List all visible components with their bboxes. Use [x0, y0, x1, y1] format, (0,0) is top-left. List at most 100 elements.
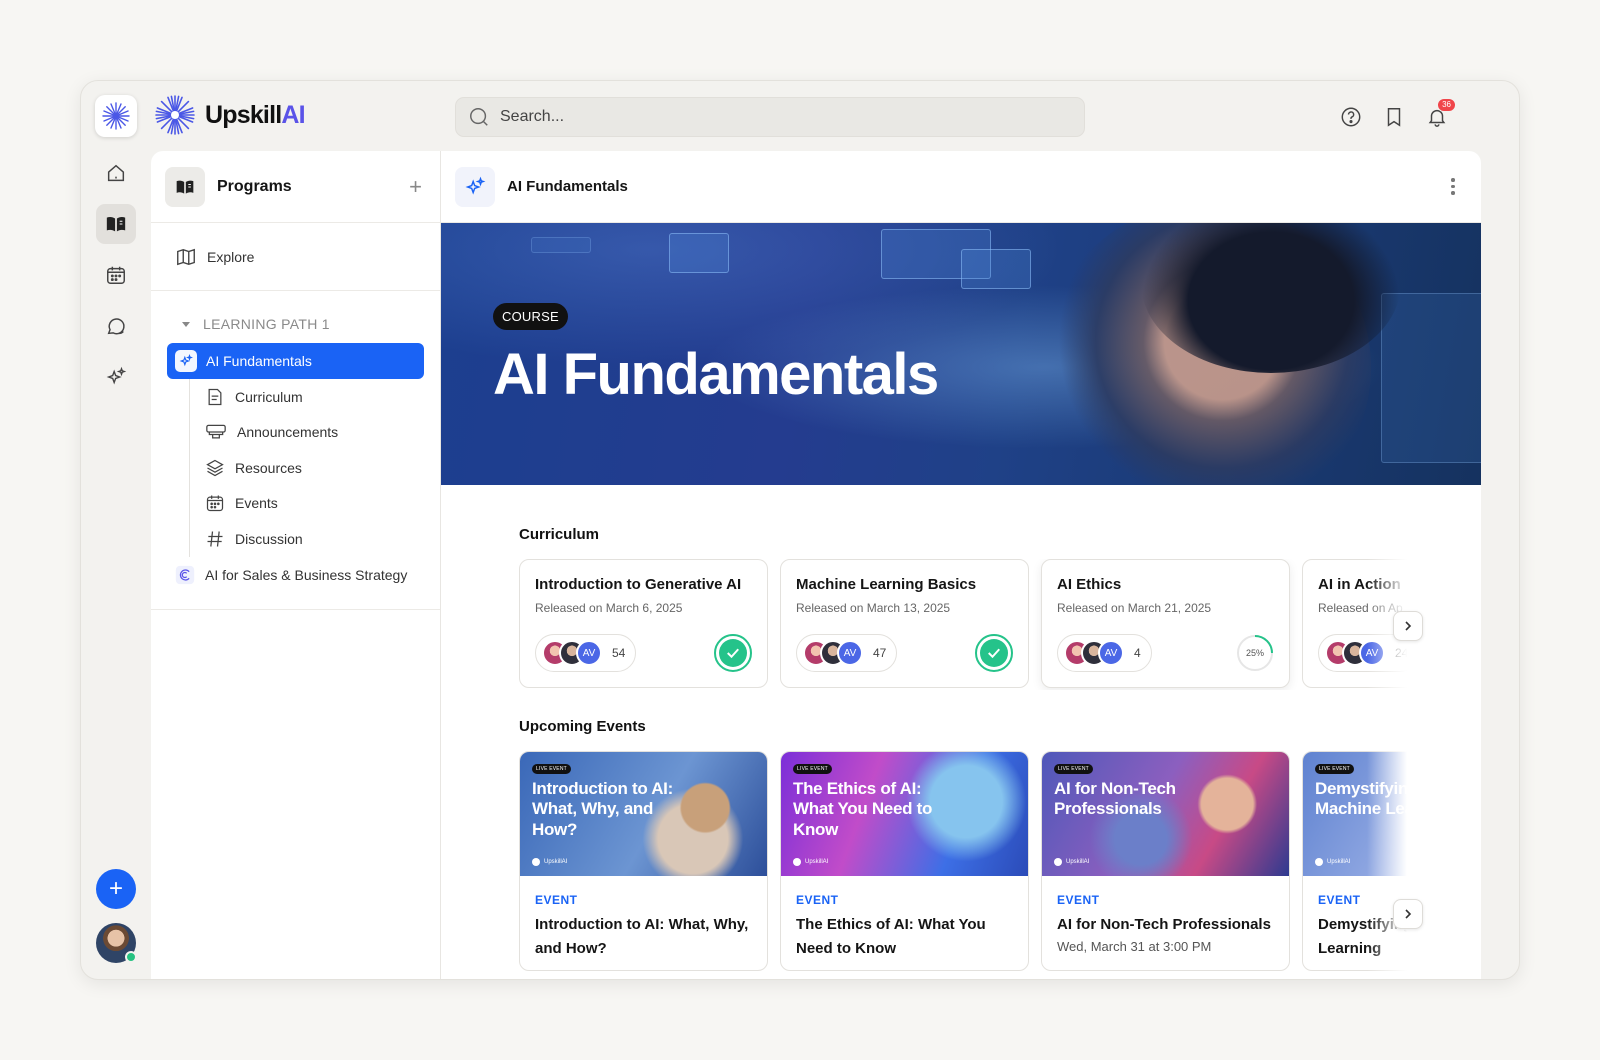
programs-book-icon — [165, 166, 205, 207]
burst-logo-icon — [102, 102, 130, 130]
check-icon — [988, 648, 1000, 659]
learning-path-label: LEARNING PATH 1 — [203, 316, 330, 332]
book-open-icon — [106, 216, 126, 232]
nav-item-ai-sales[interactable]: AI for Sales & Business Strategy — [151, 557, 440, 593]
course-type-pill: COURSE — [493, 303, 568, 330]
layers-icon — [206, 459, 224, 476]
event-card[interactable]: LIVE EVENT AI for Non-Tech Professionals… — [1041, 751, 1290, 971]
home-icon — [107, 164, 125, 182]
avatar: AV — [837, 640, 863, 666]
subnav-curriculum[interactable]: Curriculum — [189, 379, 440, 415]
chevron-right-icon — [1405, 909, 1412, 919]
course-main: AI Fundamentals COURSE AI Fundamentals C… — [441, 151, 1481, 979]
live-badge: LIVE EVENT — [1315, 764, 1354, 774]
chevron-right-icon — [1405, 621, 1412, 631]
thumbnail-brand: UpskillAI — [793, 858, 828, 866]
user-avatar[interactable] — [96, 923, 137, 963]
course-hero-banner: COURSE AI Fundamentals — [441, 223, 1481, 485]
card-date: Released on March 6, 2025 — [535, 601, 683, 615]
rail-chat-button[interactable] — [96, 306, 136, 346]
app-logo[interactable] — [95, 95, 137, 137]
card-date: Released on March 13, 2025 — [796, 601, 951, 615]
sparkles-icon — [106, 366, 127, 385]
participant-count: 47 — [873, 646, 887, 660]
participants: AV 47 — [796, 634, 898, 672]
event-kind: EVENT — [535, 893, 578, 907]
document-icon — [208, 388, 222, 405]
bookmarks-button[interactable] — [1380, 103, 1408, 131]
events-section-title: Upcoming Events — [519, 718, 646, 735]
events-carousel: LIVE EVENT Introduction to AI: What, Why… — [519, 751, 1407, 979]
participant-count: 54 — [612, 646, 626, 660]
subnav-discussion[interactable]: Discussion — [189, 521, 440, 557]
rail-home-button[interactable] — [96, 153, 136, 193]
rail-programs-button[interactable] — [96, 204, 136, 244]
add-program-button[interactable]: + — [409, 175, 422, 198]
curriculum-card[interactable]: Machine Learning Basics Released on Marc… — [780, 559, 1029, 688]
hashtag-icon — [207, 531, 223, 547]
subnav-label: Curriculum — [235, 388, 303, 405]
explore-label: Explore — [207, 248, 255, 265]
learning-path-toggle[interactable]: LEARNING PATH 1 — [151, 307, 440, 341]
programs-title: Programs — [217, 177, 292, 195]
event-title: The Ethics of AI: What You Need to Know — [796, 916, 986, 957]
participants: AV 54 — [535, 634, 637, 672]
subnav-label: Discussion — [235, 530, 303, 547]
thumbnail-brand: UpskillAI — [532, 858, 567, 866]
programs-header: Programs + — [151, 151, 440, 223]
card-title: AI Ethics — [1057, 576, 1122, 593]
thumbnail-caption: Introduction to AI: What, Why, and How? — [532, 779, 673, 839]
search-input[interactable] — [500, 108, 1060, 126]
curriculum-card[interactable]: Introduction to Generative AI Released o… — [519, 559, 768, 688]
search-bar[interactable] — [455, 97, 1085, 137]
participants: AV 4 — [1057, 634, 1152, 672]
completed-status — [975, 634, 1013, 672]
help-button[interactable] — [1337, 103, 1365, 131]
nav-item-ai-fundamentals[interactable]: AI Fundamentals — [167, 343, 424, 379]
brand-burst-icon — [155, 95, 195, 135]
curriculum-card[interactable]: AI Ethics Released on March 21, 2025 AV 4… — [1041, 559, 1290, 688]
event-thumbnail: LIVE EVENT The Ethics of AI: What You Ne… — [781, 752, 1028, 876]
explore-link[interactable]: Explore — [151, 223, 440, 291]
curriculum-section-title: Curriculum — [519, 526, 600, 543]
subnav-resources[interactable]: Resources — [189, 450, 440, 486]
brand[interactable]: UpskillAI — [155, 95, 306, 135]
create-button[interactable]: + — [96, 869, 136, 909]
subnav-label: Announcements — [237, 424, 339, 441]
announcement-icon — [206, 424, 226, 439]
sparkles-icon — [455, 166, 495, 207]
curriculum-next-button[interactable] — [1393, 611, 1423, 641]
more-options-button[interactable] — [1443, 177, 1463, 197]
notifications-button[interactable]: 36 — [1423, 98, 1456, 131]
bookmark-icon — [1387, 108, 1401, 127]
event-title: AI for Non-Tech Professionals — [1057, 916, 1271, 933]
help-icon — [1341, 107, 1361, 127]
calendar-icon — [206, 495, 224, 512]
card-title: Introduction to Generative AI — [535, 576, 742, 593]
live-badge: LIVE EVENT — [532, 764, 571, 774]
event-card[interactable]: LIVE EVENT The Ethics of AI: What You Ne… — [780, 751, 1029, 971]
brand-name: UpskillAI — [205, 100, 306, 129]
curriculum-carousel: Introduction to Generative AI Released o… — [519, 559, 1407, 690]
rail-calendar-button[interactable] — [96, 255, 136, 295]
progress-label: 25% — [1245, 648, 1264, 658]
event-date: Wed, March 31 at 3:00 PM — [1057, 939, 1212, 954]
subnav-events[interactable]: Events — [189, 486, 440, 522]
chat-icon — [107, 318, 125, 335]
plus-icon: + — [108, 875, 123, 902]
rail-ai-button[interactable] — [96, 357, 136, 397]
thumbnail-caption: AI for Non-Tech Professionals — [1054, 779, 1176, 819]
events-next-button[interactable] — [1393, 899, 1423, 929]
thumbnail-caption: The Ethics of AI: What You Need to Know — [793, 779, 933, 839]
participant-count: 4 — [1134, 646, 1141, 660]
avatar: AV — [576, 640, 602, 666]
event-card[interactable]: LIVE EVENT Introduction to AI: What, Why… — [519, 751, 768, 971]
subnav-announcements[interactable]: Announcements — [189, 415, 440, 451]
avatar: AV — [1098, 640, 1124, 666]
event-kind: EVENT — [1057, 893, 1100, 907]
event-thumbnail: LIVE EVENT AI for Non-Tech Professionals… — [1042, 752, 1289, 876]
map-icon — [177, 248, 195, 265]
subnav-label: Events — [235, 495, 278, 512]
thumbnail-brand: UpskillAI — [1315, 858, 1350, 866]
nav-item-label: AI for Sales & Business Strategy — [205, 566, 408, 583]
